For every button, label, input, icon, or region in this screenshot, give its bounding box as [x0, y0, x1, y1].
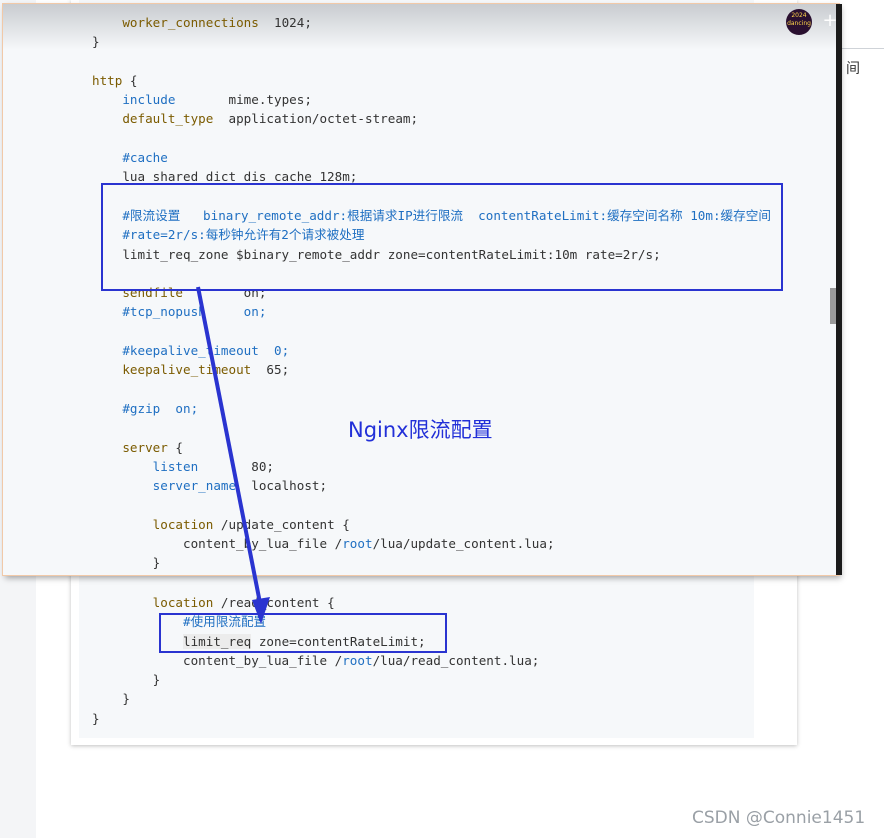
- code-token: }: [92, 555, 161, 571]
- divider: [842, 48, 884, 49]
- code-line: location /update_content {: [92, 517, 350, 532]
- code-token: listen: [152, 458, 199, 474]
- code-token: }: [92, 672, 161, 688]
- add-button[interactable]: +: [819, 9, 841, 33]
- code-token: 1024;: [258, 15, 312, 30]
- code-token: include: [122, 92, 176, 108]
- code-line: content_by_lua_file /root/lua/read_conte…: [92, 653, 539, 668]
- code-token: root: [342, 536, 373, 552]
- code-token: 80;: [198, 458, 274, 474]
- code-line: #tcp_nopush on;: [92, 304, 266, 319]
- code-token: }: [92, 710, 100, 726]
- code-token: #tcp_nopush: [122, 304, 206, 320]
- code-line: #gzip on;: [92, 401, 198, 416]
- video-edge: [836, 4, 842, 575]
- code-token: {: [167, 439, 184, 455]
- code-block-top: worker_connections 1024; } http { includ…: [92, 13, 771, 573]
- highlight-box-rate-limit-zone: [101, 183, 783, 291]
- code-line: }: [92, 711, 100, 726]
- code-token: content_by_lua_file /: [92, 536, 343, 552]
- highlight-box-limit-req: [159, 613, 447, 653]
- code-token: root: [342, 652, 373, 668]
- code-token: default_type: [122, 111, 214, 127]
- cut-off-text: 间: [846, 61, 860, 77]
- watermark: CSDN @Connie1451: [692, 808, 866, 828]
- overlay-title: Nginx限流配置: [348, 418, 493, 442]
- code-line: #keepalive_timeout 0;: [92, 343, 289, 358]
- code-token: 65;: [251, 362, 290, 378]
- code-token: server: [122, 439, 168, 455]
- code-token: }: [92, 691, 130, 707]
- page-right-strip: 间: [842, 0, 884, 838]
- code-line: }: [92, 34, 100, 49]
- code-line: content_by_lua_file /root/lua/update_con…: [92, 536, 555, 551]
- code-line: location /read_content {: [92, 595, 335, 610]
- code-token: keepalive_timeout: [122, 362, 252, 378]
- code-line: server {: [92, 440, 183, 455]
- code-token: on;: [243, 304, 267, 320]
- code-token: location: [152, 595, 214, 610]
- code-token: #keepalive_timeout 0;: [122, 343, 290, 359]
- code-line: }: [92, 555, 161, 571]
- code-token: content_by_lua_file /: [92, 652, 343, 668]
- code-line: #cache: [92, 150, 168, 165]
- code-line: listen 80;: [92, 459, 274, 474]
- code-token: #cache: [122, 150, 168, 166]
- code-token: /update_content {: [213, 516, 350, 532]
- code-token: #gzip on;: [122, 400, 199, 416]
- code-line: worker_connections 1024;: [92, 15, 312, 30]
- code-line: keepalive_timeout 65;: [92, 362, 289, 377]
- code-line: http {: [92, 73, 138, 88]
- code-token: http: [92, 72, 123, 88]
- code-token: worker_connections: [122, 15, 259, 30]
- code-line: }: [92, 691, 130, 706]
- code-token: application/octet-stream;: [213, 111, 419, 127]
- code-token: {: [122, 72, 138, 88]
- code-line: default_type application/octet-stream;: [92, 111, 418, 126]
- code-token: }: [92, 34, 100, 50]
- code-token: localhost;: [236, 478, 328, 494]
- code-token: /lua/read_content.lua;: [372, 652, 540, 668]
- code-line: }: [92, 672, 161, 688]
- code-token: mime.types;: [175, 92, 312, 108]
- code-token: location: [152, 516, 214, 532]
- code-token: /lua/update_content.lua;: [372, 536, 555, 552]
- avatar[interactable]: 2024 dancing: [786, 9, 812, 35]
- code-line: server_name localhost;: [92, 478, 327, 493]
- code-line: include mime.types;: [92, 92, 312, 107]
- code-token: server_name: [152, 478, 237, 494]
- code-token: /read_content {: [213, 595, 335, 610]
